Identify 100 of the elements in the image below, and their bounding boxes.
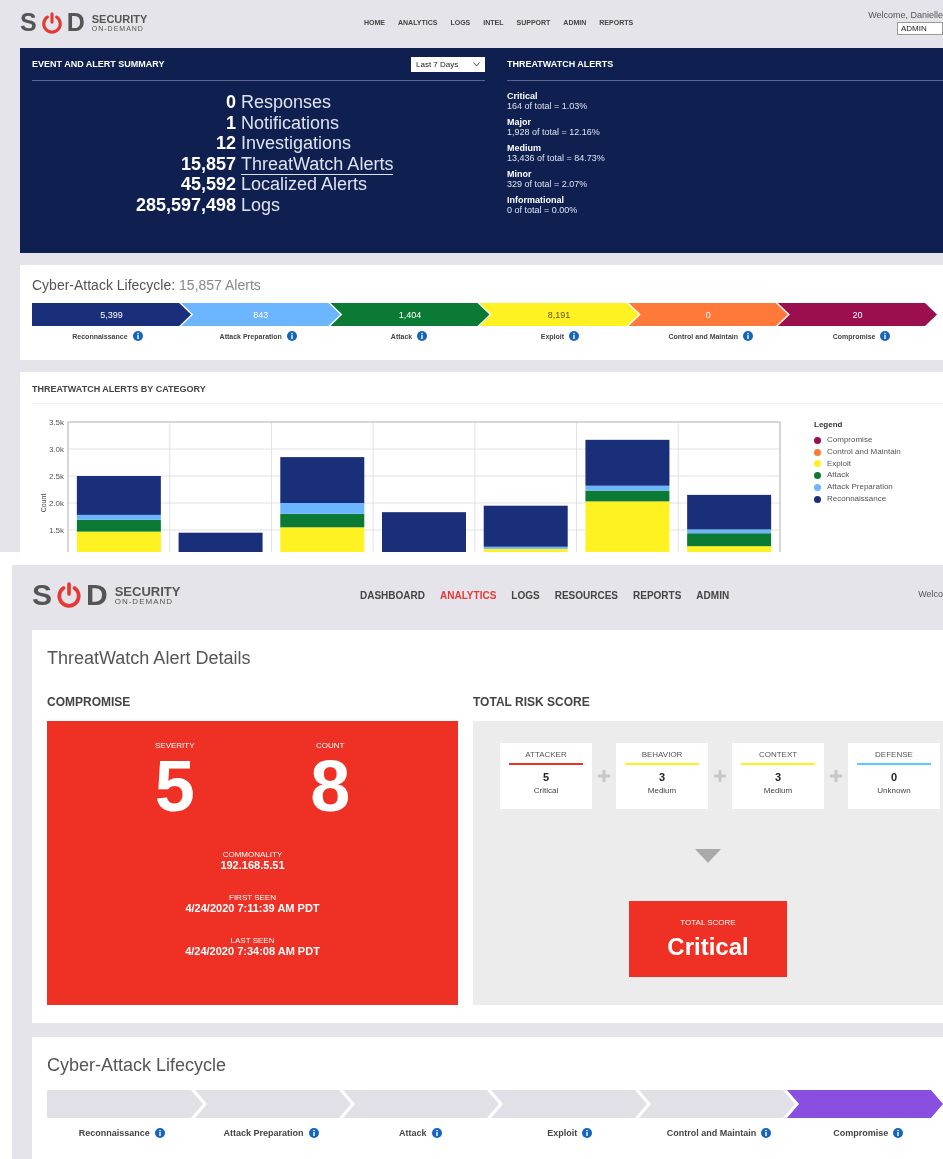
y-tick-label: 2.0k <box>48 499 64 508</box>
level-detail: 13,436 of total = 84.73% <box>507 153 606 163</box>
lifecycle-stage[interactable]: 8,191 <box>479 303 639 326</box>
factor-score: 3 <box>658 771 666 783</box>
lifecycle-stage[interactable]: 20 <box>777 303 938 326</box>
plus-icon <box>830 770 842 782</box>
card-title: Cyber-Attack Lifecycle <box>47 1055 228 1076</box>
plus-icon <box>714 770 726 782</box>
welcome-text: Welcome, Danielle <box>868 10 943 20</box>
legend-label: Control and Maintain <box>827 447 901 457</box>
y-tick-label: 3.0k <box>48 445 64 454</box>
brand-name: SECURITY <box>114 584 181 598</box>
count-value: 8 <box>310 750 351 822</box>
stat-count: 15,857 <box>179 153 236 174</box>
info-icon[interactable] <box>761 1128 772 1138</box>
info-icon[interactable] <box>308 1128 319 1138</box>
level-name: Critical <box>507 91 539 101</box>
factor-name: CONTEXT <box>758 750 798 759</box>
card-title: ThreatWatch Alert Details <box>47 648 252 669</box>
legend-label: Compromise <box>827 436 873 445</box>
info-icon[interactable] <box>132 331 143 341</box>
level-name: Minor <box>507 169 533 179</box>
info-icon[interactable] <box>417 331 428 341</box>
level-detail: 164 of total = 1.03% <box>507 101 589 111</box>
level-name: Medium <box>507 143 542 153</box>
legend-label: Attack <box>827 471 850 481</box>
nav-link[interactable]: ADMIN <box>696 589 730 601</box>
panel-title: THREATWATCH ALERTS <box>507 59 614 69</box>
factor-rating: Critical <box>533 786 559 795</box>
legend-label: Attack Preparation <box>827 483 893 492</box>
panel-title: EVENT AND ALERT SUMMARY <box>32 59 165 69</box>
level-detail: 1,928 of total = 12.16% <box>507 127 601 137</box>
info-icon[interactable] <box>154 1128 165 1138</box>
chevron-down-icon <box>473 61 480 67</box>
factor-score: 0 <box>890 771 898 783</box>
stat-label: Localized Alerts <box>241 174 368 194</box>
factor-score: 3 <box>774 771 782 783</box>
info-icon[interactable] <box>743 331 754 341</box>
nav-link[interactable]: REPORTS <box>633 589 682 601</box>
count-label: COUNT <box>316 741 345 750</box>
stat-label: Notifications <box>241 112 340 133</box>
info-icon[interactable] <box>431 1128 442 1138</box>
down-triangle-icon <box>695 849 721 863</box>
level-detail: 329 of total = 2.07% <box>507 179 589 189</box>
logo-letter: S <box>32 580 52 610</box>
stage-label: Attack <box>399 1128 427 1138</box>
total-score-value: Critical <box>667 932 749 961</box>
field-label: FIRST SEEN <box>229 893 276 902</box>
field-label: LAST SEEN <box>230 936 275 945</box>
chart-title: THREATWATCH ALERTS BY CATEGORY <box>32 384 943 404</box>
stage-label: Exploit <box>547 1128 578 1138</box>
legend-label: Reconnaissance <box>827 495 887 504</box>
card-title: Cyber-Attack Lifecycle: 15,857 Alerts <box>32 277 262 293</box>
factor-name: ATTACKER <box>525 750 567 759</box>
level-name: Informational <box>507 195 565 205</box>
stat-count: 45,592 <box>179 174 236 194</box>
role-select[interactable]: ADMIN <box>897 22 943 35</box>
stat-label: Logs <box>241 194 281 215</box>
info-icon[interactable] <box>569 331 580 341</box>
info-icon[interactable] <box>582 1128 593 1138</box>
stage-label: Reconnaissance <box>78 1128 150 1138</box>
stage-label: Control and Maintain <box>666 1128 757 1138</box>
total-score-label: TOTAL SCORE <box>680 917 736 927</box>
logo-letter: D <box>66 10 85 35</box>
field-label: COMMONALITY <box>222 850 283 859</box>
stage-label: Attack Preparation <box>223 1128 304 1138</box>
range-select[interactable]: Last 7 Days <box>411 56 485 72</box>
stat-label: Investigations <box>241 133 352 153</box>
info-icon[interactable] <box>880 331 891 341</box>
stat-count: 285,597,498 <box>134 194 236 215</box>
factor-score: 5 <box>542 771 550 783</box>
factor-name: BEHAVIOR <box>641 750 683 759</box>
nav-link[interactable]: DASHBOARD <box>360 589 425 601</box>
level-name: Major <box>507 117 532 127</box>
stat-count: 1 <box>225 112 236 133</box>
logo-letter: S <box>20 10 37 35</box>
plus-icon <box>598 770 610 782</box>
severity-label: SEVERITY <box>154 741 195 750</box>
section-title: TOTAL RISK SCORE <box>473 695 591 709</box>
brand-name: SECURITY <box>91 13 148 25</box>
y-tick-label: 2.5k <box>48 472 64 481</box>
factor-rating: Medium <box>763 786 793 795</box>
power-icon <box>56 582 82 608</box>
stat-link[interactable]: ThreatWatch Alerts <box>241 153 394 175</box>
nav-link[interactable]: RESOURCES <box>554 589 618 601</box>
info-icon[interactable] <box>286 331 297 341</box>
section-title: COMPROMISE <box>47 695 132 709</box>
y-tick-label: 1.5k <box>48 526 64 535</box>
lifecycle-stage[interactable] <box>787 1090 943 1118</box>
legend-title: Legend <box>814 420 844 429</box>
stage-label: Compromise <box>833 1128 889 1138</box>
nav-link[interactable]: LOGS <box>511 589 540 601</box>
info-icon[interactable] <box>893 1128 904 1138</box>
lifecycle-stage[interactable]: 5,399 <box>32 303 192 326</box>
lifecycle-stage[interactable]: 1,404 <box>330 303 490 326</box>
stat-count: 12 <box>214 133 236 153</box>
factor-rating: Unknown <box>877 786 911 795</box>
factor-name: DEFENSE <box>875 750 913 759</box>
power-icon <box>40 11 63 34</box>
factor-rating: Medium <box>647 786 677 795</box>
